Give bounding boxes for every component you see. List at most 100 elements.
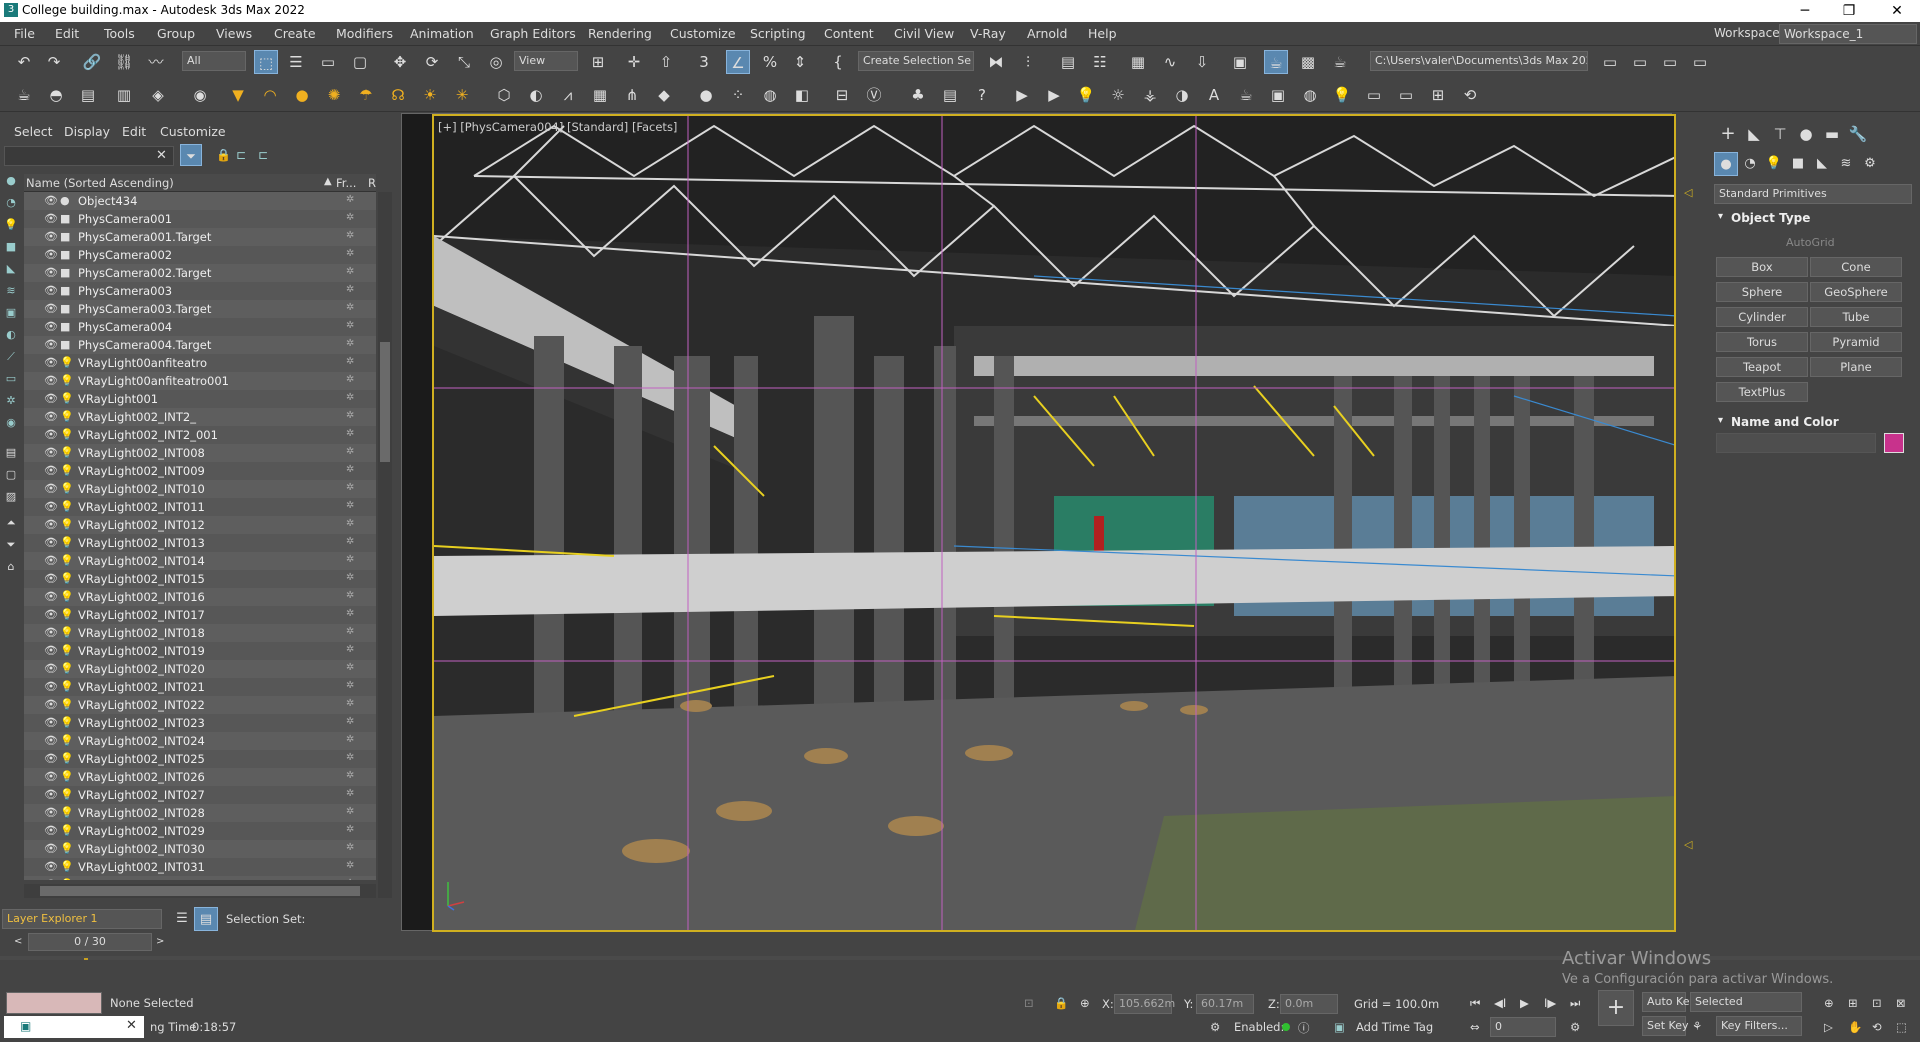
freeze-icon[interactable]: ✲ [346, 338, 354, 349]
lock-icon[interactable]: 🔒 [216, 148, 231, 162]
freeze-icon[interactable]: ✲ [346, 752, 354, 763]
list-item[interactable]: 👁 💡 VRayLight002_INT013 ✲ [24, 534, 376, 552]
taskbar-thumbnail[interactable]: ▣ ✕ [4, 1016, 144, 1038]
visibility-eye-icon[interactable]: 👁 [44, 644, 58, 657]
zoom-extents-all-icon[interactable]: ⊠ [1896, 996, 1906, 1010]
selected-set-dropdown[interactable]: Selected [1690, 992, 1802, 1012]
freeze-icon[interactable]: ✲ [346, 194, 354, 205]
shapes-category-icon[interactable]: ◔ [1738, 152, 1762, 176]
current-frame-field[interactable]: 0 [1490, 1017, 1556, 1037]
box-button[interactable]: Box [1716, 257, 1808, 277]
bind-spacewarp-icon[interactable]: 〰 [144, 50, 168, 74]
freeze-icon[interactable]: ✲ [346, 698, 354, 709]
layer-explorer-icon[interactable]: ☷ [1088, 50, 1112, 74]
visibility-eye-icon[interactable]: 👁 [44, 806, 58, 819]
arnold-sky-icon[interactable]: ☼ [1106, 83, 1130, 107]
rect-selection-icon[interactable]: ▭ [316, 50, 340, 74]
horizontal-scrollbar[interactable] [24, 884, 376, 898]
list-item[interactable]: 👁 💡 VRayLight002_INT011 ✲ [24, 498, 376, 516]
tab-display[interactable]: Display [64, 124, 110, 139]
material-override-icon[interactable]: ◍ [758, 83, 782, 107]
select-object-icon[interactable]: ⬚ [254, 50, 278, 74]
vray-plane-light-icon[interactable]: ▼ [226, 83, 250, 107]
freeze-icon[interactable]: ✲ [346, 374, 354, 385]
menu-customize[interactable]: Customize [670, 26, 736, 41]
pan-icon[interactable]: ✋ [1848, 1020, 1862, 1034]
zoom-extents-icon[interactable]: ⊡ [1872, 996, 1882, 1010]
toolbar-extra-4-icon[interactable]: ▭ [1688, 50, 1712, 74]
material-converter-icon[interactable]: ◧ [790, 83, 814, 107]
spinner-snap-icon[interactable]: ⇕ [788, 50, 812, 74]
vray-sphere-icon[interactable]: ◐ [524, 83, 548, 107]
list-item[interactable]: 👁 💡 VRayLight002_INT010 ✲ [24, 480, 376, 498]
menu-tools[interactable]: Tools [104, 26, 135, 41]
window-crossing-icon[interactable]: ▢ [348, 50, 372, 74]
vray-box-icon[interactable]: ⬡ [492, 83, 516, 107]
key-filter-icon[interactable]: ⚘ [1692, 1019, 1702, 1033]
list-item[interactable]: 👁 💡 VRayLight002_INT018 ✲ [24, 624, 376, 642]
link-icon[interactable]: 🔗 [80, 50, 104, 74]
filter-icon[interactable]: ⏷ [180, 144, 202, 166]
textplus-button[interactable]: TextPlus [1716, 382, 1808, 402]
list-item[interactable]: 👁 ■ PhysCamera001.Target ✲ [24, 228, 376, 246]
goto-start-icon[interactable]: ⏮ [1470, 996, 1480, 1011]
options-icon[interactable]: ⌂ [4, 560, 18, 574]
curve-editor-icon[interactable]: ∿ [1158, 50, 1182, 74]
freeze-icon[interactable]: ✲ [346, 878, 354, 880]
menu-scripting[interactable]: Scripting [750, 26, 806, 41]
freeze-icon[interactable]: ✲ [346, 302, 354, 313]
isolate-icon[interactable]: ⊡ [1024, 996, 1034, 1010]
help-icon[interactable]: ? [970, 83, 994, 107]
scene-explorer-toggle-icon[interactable]: ▤ [1056, 50, 1080, 74]
geometry-category-icon[interactable]: ● [1714, 152, 1738, 176]
maximize-button[interactable]: ❐ [1826, 0, 1872, 22]
vray-ambient-light-icon[interactable]: ☊ [386, 83, 410, 107]
visibility-eye-icon[interactable]: 👁 [44, 356, 58, 369]
cameras-category-icon[interactable]: ■ [1786, 152, 1810, 176]
list-item[interactable]: 👁 ■ PhysCamera002.Target ✲ [24, 264, 376, 282]
filter-shapes-icon[interactable]: ◔ [4, 196, 18, 210]
list-item[interactable]: 👁 💡 VRayLight00anfiteatro001 ✲ [24, 372, 376, 390]
list-item[interactable]: 👁 ■ PhysCamera001 ✲ [24, 210, 376, 228]
field-of-view-icon[interactable]: ▷ [1824, 1020, 1833, 1034]
angle-snap-icon[interactable]: ∠ [726, 50, 750, 74]
torus-button[interactable]: Torus [1716, 332, 1808, 352]
arnold-volume-icon[interactable]: A [1202, 83, 1226, 107]
arnold-render-view-icon[interactable]: ▣ [1266, 83, 1290, 107]
menu-modifiers[interactable]: Modifiers [336, 26, 393, 41]
visibility-eye-icon[interactable]: 👁 [44, 464, 58, 477]
list-item[interactable]: 👁 💡 VRayLight002_INT022 ✲ [24, 696, 376, 714]
timeslider-next-icon[interactable]: > [156, 936, 164, 947]
list-item[interactable]: 👁 💡 VRayLight002_INT028 ✲ [24, 804, 376, 822]
cylinder-button[interactable]: Cylinder [1716, 307, 1808, 327]
visibility-eye-icon[interactable]: 👁 [44, 824, 58, 837]
visibility-eye-icon[interactable]: 👁 [44, 572, 58, 585]
list-item[interactable]: 👁 💡 VRayLight002_INT025 ✲ [24, 750, 376, 768]
toolbar-extra-2-icon[interactable]: ▭ [1628, 50, 1652, 74]
next-frame-icon[interactable]: Ⅰ▶ [1544, 996, 1556, 1010]
move-icon[interactable]: ✥ [388, 50, 412, 74]
filter-spacewarps-icon[interactable]: ≋ [4, 284, 18, 298]
list-item[interactable]: 👁 💡 VRayLight002_INT029 ✲ [24, 822, 376, 840]
material-editor-icon[interactable]: ▣ [1228, 50, 1252, 74]
list-item[interactable]: 👁 💡 VRayLight002_INT026 ✲ [24, 768, 376, 786]
hierarchy-icon[interactable]: ⊏ [236, 148, 246, 162]
search-input[interactable] [4, 146, 174, 166]
name-color-collapse-icon[interactable]: ▾ [1718, 415, 1723, 426]
visibility-eye-icon[interactable]: 👁 [44, 608, 58, 621]
viewport[interactable]: [+] [PhysCamera004] [Standard] [Facets] [401, 113, 1692, 932]
freeze-icon[interactable]: ✲ [346, 608, 354, 619]
add-time-tag-icon[interactable]: ▣ [1334, 1020, 1345, 1034]
visibility-eye-icon[interactable]: 👁 [44, 302, 58, 315]
object-color-swatch[interactable] [1884, 433, 1904, 453]
time-tag-info-icon[interactable]: ⓘ [1298, 1020, 1310, 1036]
object-type-title[interactable]: Object Type [1731, 211, 1810, 225]
vray-sphere-light-icon[interactable]: ● [290, 83, 314, 107]
systems-category-icon[interactable]: ⚙ [1858, 152, 1882, 176]
named-selection-dropdown[interactable]: Create Selection Se [858, 51, 974, 71]
pin-icon[interactable]: ⏶ [4, 516, 18, 530]
menu-animation[interactable]: Animation [410, 26, 474, 41]
funnel-icon[interactable]: ⏷ [4, 538, 18, 552]
column-frozen-header[interactable]: Fr... [336, 176, 356, 190]
edit-named-selection-icon[interactable]: { [826, 50, 850, 74]
